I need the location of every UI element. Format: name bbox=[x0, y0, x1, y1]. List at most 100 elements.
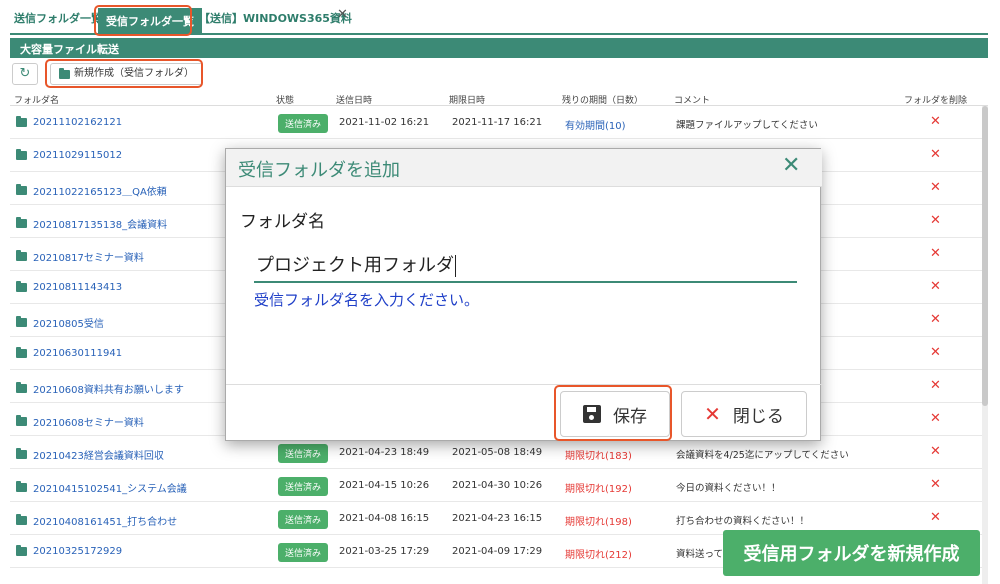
folder-download-icon bbox=[16, 116, 27, 127]
dialog-header: 受信フォルダを追加 ✕ bbox=[226, 149, 822, 187]
delete-x-icon[interactable]: ✕ bbox=[930, 213, 941, 228]
folder-download-icon bbox=[16, 217, 27, 228]
refresh-button[interactable]: ↻ bbox=[12, 63, 38, 85]
tab-received-folders[interactable]: 受信フォルダ一覧 bbox=[98, 8, 202, 33]
comment: 課題ファイルアップしてください bbox=[676, 120, 818, 131]
remaining-period: 期限切れ(198) bbox=[565, 517, 632, 528]
folder-download-icon bbox=[16, 415, 27, 426]
folder-link[interactable]: 20210415102541_システム会議 bbox=[16, 480, 187, 495]
delete-x-icon[interactable]: ✕ bbox=[930, 411, 941, 426]
folder-link[interactable]: 20210423経営会議資料回収 bbox=[16, 447, 164, 462]
status-badge: 送信済み bbox=[278, 444, 329, 463]
tab-sent-folders[interactable]: 送信フォルダ一覧 bbox=[14, 10, 102, 26]
col-folder-name: フォルダ名 bbox=[14, 96, 60, 106]
status-badge: 送信済み bbox=[278, 477, 329, 496]
new-folder-label: 新規作成（受信フォルダ） bbox=[74, 68, 194, 79]
limit-date: 2021-04-09 17:29 bbox=[452, 546, 543, 557]
folder-link[interactable]: 20210325172929 bbox=[16, 545, 122, 557]
tab-close-icon[interactable]: ✕ bbox=[337, 7, 348, 22]
folder-link[interactable]: 20211029115012 bbox=[16, 149, 122, 161]
comment: 打ち合わせの資料ください！！ bbox=[676, 516, 810, 527]
folder-link[interactable]: 20211102162121 bbox=[16, 116, 122, 128]
folder-download-icon bbox=[16, 149, 27, 160]
refresh-icon: ↻ bbox=[19, 66, 31, 81]
folder-download-icon bbox=[16, 481, 27, 492]
folder-download-icon bbox=[16, 514, 27, 525]
delete-x-icon[interactable]: ✕ bbox=[930, 246, 941, 261]
folder-name-value: プロジェクト用フォルダ bbox=[256, 255, 456, 277]
close-icon[interactable]: ✕ bbox=[782, 153, 800, 178]
col-status: 状態 bbox=[276, 96, 295, 106]
sent-date: 2021-04-15 10:26 bbox=[339, 480, 430, 491]
promo-badge: 受信用フォルダを新規作成 bbox=[723, 530, 980, 576]
folder-link[interactable]: 20210805受信 bbox=[16, 315, 104, 330]
delete-x-icon[interactable]: ✕ bbox=[930, 444, 941, 459]
comment: 会議資料を4/25迄にアップしてください bbox=[676, 450, 849, 461]
save-label: 保存 bbox=[613, 406, 647, 427]
new-folder-button[interactable]: 新規作成（受信フォルダ） bbox=[50, 63, 203, 85]
folder-add-icon bbox=[59, 67, 70, 79]
folder-link[interactable]: 20211022165123＿QA依頼 bbox=[16, 183, 167, 198]
delete-x-icon[interactable]: ✕ bbox=[930, 345, 941, 360]
folder-link[interactable]: 20210817135138_会議資料 bbox=[16, 216, 167, 231]
close-label: 閉じる bbox=[732, 406, 784, 427]
col-remaining: 残りの期間（日数） bbox=[562, 96, 644, 106]
folder-download-icon bbox=[16, 281, 27, 292]
sent-date: 2021-04-08 16:15 bbox=[339, 513, 430, 524]
folder-link[interactable]: 20210817セミナー資料 bbox=[16, 249, 144, 264]
remaining-period: 期限切れ(192) bbox=[565, 484, 632, 495]
add-folder-dialog: 受信フォルダを追加 ✕ フォルダ名 プロジェクト用フォルダ 受信フォルダ名を入力… bbox=[225, 148, 822, 441]
save-button[interactable]: 保存 bbox=[560, 391, 670, 437]
close-button[interactable]: ✕ 閉じる bbox=[681, 391, 807, 437]
folder-download-icon bbox=[16, 448, 27, 459]
limit-date: 2021-04-30 10:26 bbox=[452, 480, 543, 491]
folder-download-icon bbox=[16, 250, 27, 261]
col-sent-date: 送信日時 bbox=[336, 96, 373, 106]
tab-bar: 送信フォルダ一覧 受信フォルダ一覧 【送信】WINDOWS365資料 ✕ bbox=[0, 0, 1000, 36]
close-x-icon: ✕ bbox=[704, 402, 721, 426]
limit-date: 2021-11-17 16:21 bbox=[452, 117, 543, 128]
delete-x-icon[interactable]: ✕ bbox=[930, 312, 941, 327]
scrollbar[interactable] bbox=[982, 106, 988, 584]
folder-link[interactable]: 20210630111941 bbox=[16, 347, 122, 359]
status-badge: 送信済み bbox=[278, 543, 329, 562]
delete-x-icon[interactable]: ✕ bbox=[930, 147, 941, 162]
folder-link[interactable]: 20210408161451_打ち合わせ bbox=[16, 513, 177, 528]
remaining-period: 有効期間(10) bbox=[565, 121, 626, 132]
table-header: フォルダ名 状態 送信日時 期限日時 残りの期間（日数） コメント フォルダを削… bbox=[10, 90, 988, 106]
floppy-icon bbox=[583, 405, 601, 423]
section-title: 大容量ファイル転送 bbox=[10, 38, 988, 58]
limit-date: 2021-04-23 16:15 bbox=[452, 513, 543, 524]
remaining-period: 期限切れ(183) bbox=[565, 451, 632, 462]
col-delete: フォルダを削除 bbox=[904, 96, 968, 106]
dialog-title: 受信フォルダを追加 bbox=[238, 160, 400, 181]
col-limit-date: 期限日時 bbox=[449, 96, 486, 106]
folder-link[interactable]: 20210811143413 bbox=[16, 281, 122, 293]
delete-x-icon[interactable]: ✕ bbox=[930, 510, 941, 525]
delete-x-icon[interactable]: ✕ bbox=[930, 180, 941, 195]
folder-link[interactable]: 20210608セミナー資料 bbox=[16, 414, 144, 429]
folder-download-icon bbox=[16, 184, 27, 195]
comment: 今日の資料ください！！ bbox=[676, 483, 781, 494]
table-row: 20210415102541_システム会議 送信済み 2021-04-15 10:2… bbox=[10, 469, 988, 502]
delete-x-icon[interactable]: ✕ bbox=[930, 114, 941, 129]
delete-x-icon[interactable]: ✕ bbox=[930, 279, 941, 294]
folder-download-icon bbox=[16, 382, 27, 393]
delete-x-icon[interactable]: ✕ bbox=[930, 477, 941, 492]
limit-date: 2021-05-08 18:49 bbox=[452, 447, 543, 458]
folder-download-icon bbox=[16, 545, 27, 556]
col-comment: コメント bbox=[674, 96, 711, 106]
status-badge: 送信済み bbox=[278, 114, 329, 133]
folder-name-label: フォルダ名 bbox=[240, 212, 325, 232]
tab-underline bbox=[10, 33, 988, 35]
status-badge: 送信済み bbox=[278, 510, 329, 529]
sent-date: 2021-11-02 16:21 bbox=[339, 117, 430, 128]
scroll-thumb[interactable] bbox=[982, 106, 988, 406]
folder-download-icon bbox=[16, 316, 27, 327]
sent-date: 2021-04-23 18:49 bbox=[339, 447, 430, 458]
folder-download-icon bbox=[16, 347, 27, 358]
delete-x-icon[interactable]: ✕ bbox=[930, 378, 941, 393]
table-row: 20211102162121 送信済み 2021-11-02 16:21 2021-1… bbox=[10, 106, 988, 139]
tab-windows365[interactable]: 【送信】WINDOWS365資料 bbox=[199, 10, 352, 26]
folder-link[interactable]: 20210608資料共有お願いします bbox=[16, 381, 184, 396]
